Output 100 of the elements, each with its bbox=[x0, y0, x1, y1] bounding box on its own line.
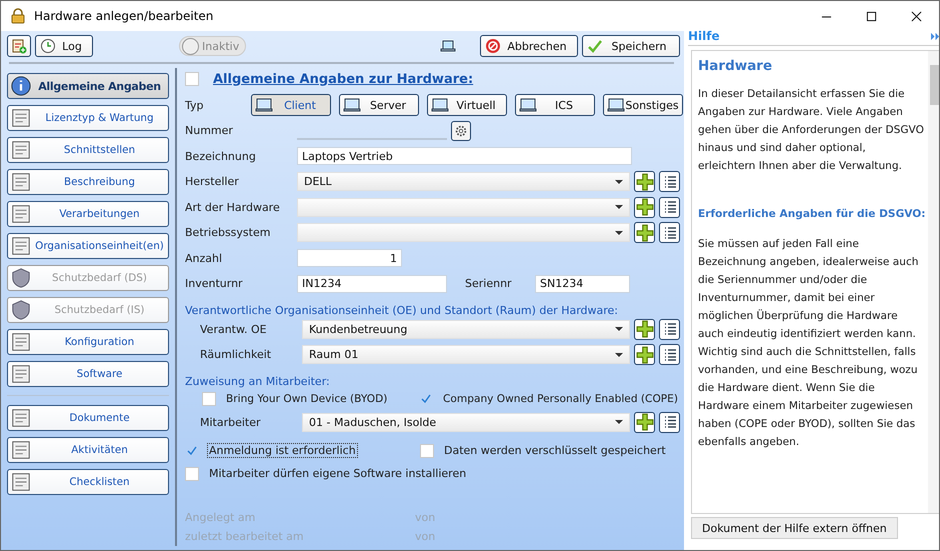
field-label: Nummer bbox=[185, 124, 234, 138]
scrollbar[interactable] bbox=[928, 51, 939, 513]
field-label: Art der Hardware bbox=[185, 200, 281, 214]
sidebar-item[interactable]: Aktivitäten bbox=[7, 437, 169, 463]
text-field[interactable]: SN1234 bbox=[535, 274, 630, 293]
maximize-icon[interactable] bbox=[866, 10, 877, 22]
sidebar-item[interactable]: Software bbox=[7, 361, 169, 387]
section-subtitle: Verantwortliche Organisationseinheit (OE) und Standort (Raum) der Hardware: bbox=[185, 302, 618, 316]
monitor-icon bbox=[343, 97, 361, 113]
checkbox[interactable] bbox=[185, 466, 199, 480]
sidebar-icon bbox=[10, 171, 32, 193]
list-button[interactable] bbox=[659, 196, 680, 218]
add-button[interactable] bbox=[634, 412, 655, 433]
field-label: Räumlichkeit bbox=[199, 348, 272, 362]
clipboard-icon bbox=[11, 38, 27, 54]
open-help-button[interactable]: Dokument der Hilfe extern öffnen bbox=[691, 517, 898, 539]
sidebar-icon bbox=[10, 235, 32, 257]
number-field[interactable]: 1 bbox=[297, 249, 402, 268]
checkbox-label[interactable]: Bring Your Own Device (BYOD) bbox=[224, 392, 390, 406]
checkmark-icon bbox=[587, 38, 603, 54]
sidebar-icon bbox=[10, 299, 32, 321]
sidebar-item[interactable]: Organisationseinheit(en) bbox=[7, 233, 169, 259]
field-label: Anzahl bbox=[185, 252, 224, 265]
checkbox[interactable] bbox=[420, 444, 434, 458]
settings-button[interactable] bbox=[451, 120, 471, 141]
sidebar-icon bbox=[10, 203, 32, 225]
window-title: Hardware anlegen/bearbeiten bbox=[34, 9, 214, 23]
sidebar-icon bbox=[10, 75, 32, 97]
list-button[interactable] bbox=[659, 318, 680, 340]
field-label: Betriebssystem bbox=[185, 226, 272, 240]
meta-label: zuletzt bearbeitet am bbox=[185, 530, 305, 543]
field-label: Mitarbeiter bbox=[199, 416, 262, 429]
caret-icon bbox=[615, 205, 623, 210]
list-button[interactable] bbox=[659, 171, 680, 192]
sidebar-item[interactable]: Dokumente bbox=[7, 405, 169, 431]
type-tab[interactable]: ICS bbox=[515, 94, 595, 116]
checkbox-label[interactable]: Anmeldung ist erforderlich bbox=[207, 443, 358, 458]
type-tab[interactable]: Virtuell bbox=[427, 94, 507, 116]
caret-icon bbox=[615, 180, 623, 184]
sidebar-icon bbox=[10, 439, 32, 461]
caret-icon bbox=[615, 420, 623, 424]
text-field[interactable]: Laptops Vertrieb bbox=[297, 147, 632, 166]
field-label: Bezeichnung bbox=[185, 150, 257, 163]
help-paragraph: In dieser Detailansicht erfassen Sie die Angaben zur Hardware. Viele Angaben gehen über die Anforderungen der DSGVO hinaus und sind daher optional, erleichtern Ihnen aber die Verwaltung. bbox=[698, 87, 925, 174]
section-title: Allgemeine Angaben zur Hardware: bbox=[213, 72, 474, 86]
plus-icon bbox=[636, 346, 654, 364]
save-button[interactable]: Speichern bbox=[582, 35, 680, 57]
type-tab[interactable]: Sonstiges bbox=[603, 94, 683, 116]
sidebar-item[interactable]: Schnittstellen bbox=[7, 137, 169, 163]
meta-label: von bbox=[415, 511, 436, 524]
sidebar-icon bbox=[10, 363, 32, 385]
checkbox-label[interactable]: Mitarbeiter dürfen eigene Software installieren bbox=[207, 466, 468, 481]
checkbox-label[interactable]: Company Owned Personally Enabled (COPE) bbox=[441, 392, 680, 406]
monitor-icon bbox=[255, 97, 273, 113]
clock-icon bbox=[40, 38, 56, 54]
plus-icon bbox=[636, 320, 654, 338]
sidebar-icon bbox=[10, 267, 32, 289]
list-button[interactable] bbox=[659, 412, 680, 433]
add-button[interactable] bbox=[634, 222, 655, 244]
monitor-icon bbox=[607, 97, 625, 113]
sidebar-icon bbox=[10, 331, 32, 353]
checkbox[interactable] bbox=[185, 444, 199, 458]
list-button[interactable] bbox=[659, 222, 680, 244]
monitor-icon bbox=[431, 97, 449, 113]
monitor-icon bbox=[519, 97, 537, 113]
dropdown[interactable]: DELL bbox=[297, 172, 630, 192]
caret-icon bbox=[615, 327, 623, 332]
checkbox[interactable] bbox=[419, 392, 434, 406]
help-heading: Hardware bbox=[698, 57, 774, 75]
sidebar-item[interactable]: Beschreibung bbox=[7, 169, 169, 195]
dropdown[interactable]: Kundenbetreuung bbox=[302, 320, 630, 339]
add-button[interactable] bbox=[634, 171, 655, 192]
no-entry-icon bbox=[485, 38, 501, 54]
sidebar-item[interactable]: Checklisten bbox=[7, 469, 169, 495]
dropdown[interactable]: 01 - Maduschen, Isolde bbox=[302, 412, 630, 432]
log-button[interactable]: Log bbox=[35, 35, 93, 57]
sidebar-icon bbox=[10, 107, 32, 129]
type-tab[interactable]: Client bbox=[251, 94, 331, 116]
new-entry-button[interactable] bbox=[7, 35, 31, 57]
caret-icon bbox=[615, 230, 623, 235]
add-button[interactable] bbox=[634, 196, 655, 218]
sidebar-icon bbox=[10, 139, 32, 161]
close-icon[interactable] bbox=[911, 10, 922, 22]
list-button[interactable] bbox=[659, 344, 680, 366]
add-button[interactable] bbox=[634, 344, 655, 366]
sidebar-item[interactable]: Lizenztyp & Wartung bbox=[7, 105, 169, 131]
sidebar-item[interactable]: Konfiguration bbox=[7, 329, 169, 355]
checkbox-label[interactable]: Daten werden verschlüsselt gespeichert bbox=[442, 443, 668, 458]
type-tab[interactable]: Server bbox=[339, 94, 419, 116]
sidebar-item[interactable]: Verarbeitungen bbox=[7, 201, 169, 227]
sidebar-item[interactable]: Allgemeine Angaben bbox=[7, 73, 169, 99]
add-button[interactable] bbox=[634, 318, 655, 340]
checkbox[interactable] bbox=[185, 72, 199, 86]
cancel-button[interactable]: Abbrechen bbox=[480, 35, 578, 57]
text-field[interactable]: IN1234 bbox=[297, 274, 447, 293]
lock-icon bbox=[10, 8, 26, 24]
checkbox[interactable] bbox=[202, 392, 216, 406]
help-subheading: Erforderliche Angaben für die DSGVO: bbox=[698, 207, 926, 222]
sidebar-icon bbox=[10, 407, 32, 429]
dropdown[interactable]: Raum 01 bbox=[302, 345, 630, 364]
